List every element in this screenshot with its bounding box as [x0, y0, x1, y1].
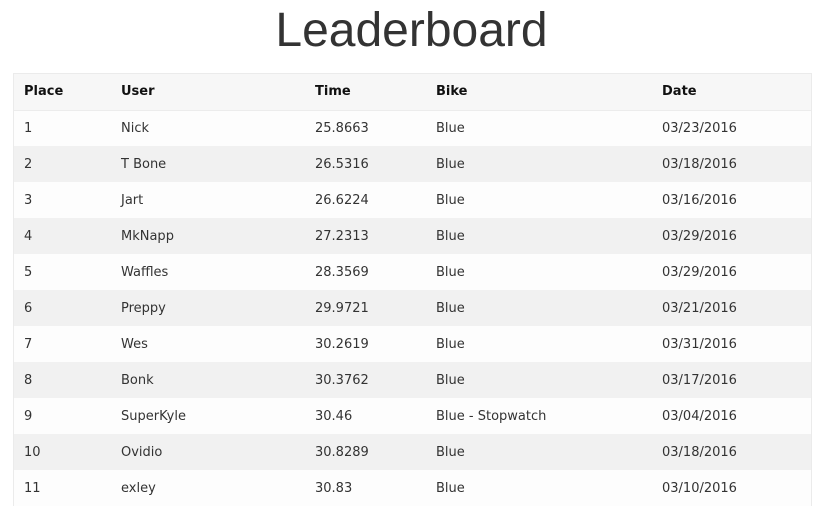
cell-user: MkNapp	[121, 228, 174, 244]
cell-bike: Blue	[436, 300, 465, 316]
header-row: Place User Time Bike Date	[14, 74, 811, 110]
cell-time: 26.6224	[315, 192, 369, 208]
cell-bike: Blue	[436, 120, 465, 136]
cell-bike: Blue	[436, 444, 465, 460]
cell-bike: Blue	[436, 156, 465, 172]
cell-place: 4	[24, 228, 33, 244]
table-row: 4 MkNapp 27.2313 Blue 03/29/2016	[14, 218, 811, 254]
cell-user: T Bone	[121, 156, 167, 172]
cell-place: 3	[24, 192, 33, 208]
table-row: 11 exley 30.83 Blue 03/10/2016	[14, 470, 811, 506]
cell-time: 25.8663	[315, 120, 369, 136]
column-header-place: Place	[24, 84, 64, 100]
cell-date: 03/29/2016	[662, 264, 737, 280]
cell-date: 03/18/2016	[662, 156, 737, 172]
cell-place: 11	[24, 480, 41, 496]
table-row: 3 Jart 26.6224 Blue 03/16/2016	[14, 182, 811, 218]
cell-date: 03/16/2016	[662, 192, 737, 208]
column-header-user: User	[121, 84, 155, 100]
cell-bike: Blue	[436, 264, 465, 280]
cell-bike: Blue	[436, 228, 465, 244]
cell-time: 30.46	[315, 408, 353, 424]
cell-place: 10	[24, 444, 41, 460]
table-row: 5 Waffles 28.3569 Blue 03/29/2016	[14, 254, 811, 290]
page-title: Leaderboard	[275, 4, 548, 57]
cell-user: Bonk	[121, 372, 154, 388]
table-body: 1 Nick 25.8663 Blue 03/23/2016 2 T Bone …	[14, 110, 811, 506]
table-row: 9 SuperKyle 30.46 Blue - Stopwatch 03/04…	[14, 398, 811, 434]
cell-time: 27.2313	[315, 228, 369, 244]
cell-time: 26.5316	[315, 156, 369, 172]
cell-bike: Blue	[436, 372, 465, 388]
cell-user: exley	[121, 480, 156, 496]
cell-user: Nick	[121, 120, 150, 136]
cell-place: 7	[24, 336, 33, 352]
cell-user: Preppy	[121, 300, 166, 316]
cell-user: Ovidio	[121, 444, 163, 460]
leaderboard-table: Place User Time Bike Date 1 Nick 25.8663…	[14, 74, 811, 506]
table-row: 1 Nick 25.8663 Blue 03/23/2016	[14, 110, 811, 146]
cell-time: 29.9721	[315, 300, 369, 316]
cell-user: Waffles	[121, 264, 169, 280]
column-header-time: Time	[315, 84, 351, 100]
leaderboard-table-container: Place User Time Bike Date 1 Nick 25.8663…	[13, 73, 812, 506]
cell-time: 30.8289	[315, 444, 369, 460]
column-header-bike: Bike	[436, 84, 468, 100]
column-header-date: Date	[662, 84, 697, 100]
cell-time: 30.3762	[315, 372, 369, 388]
table-row: 10 Ovidio 30.8289 Blue 03/18/2016	[14, 434, 811, 470]
cell-date: 03/29/2016	[662, 228, 737, 244]
cell-time: 30.2619	[315, 336, 369, 352]
cell-user: Wes	[121, 336, 148, 352]
cell-place: 2	[24, 156, 33, 172]
cell-date: 03/04/2016	[662, 408, 737, 424]
table-row: 7 Wes 30.2619 Blue 03/31/2016	[14, 326, 811, 362]
cell-user: SuperKyle	[121, 408, 186, 424]
cell-date: 03/18/2016	[662, 444, 737, 460]
table-row: 6 Preppy 29.9721 Blue 03/21/2016	[14, 290, 811, 326]
cell-place: 1	[24, 120, 33, 136]
cell-time: 28.3569	[315, 264, 369, 280]
cell-bike: Blue	[436, 336, 465, 352]
cell-place: 5	[24, 264, 33, 280]
cell-time: 30.83	[315, 480, 353, 496]
cell-bike: Blue	[436, 192, 465, 208]
table-row: 2 T Bone 26.5316 Blue 03/18/2016	[14, 146, 811, 182]
cell-place: 9	[24, 408, 33, 424]
cell-date: 03/21/2016	[662, 300, 737, 316]
cell-place: 6	[24, 300, 33, 316]
cell-date: 03/31/2016	[662, 336, 737, 352]
cell-place: 8	[24, 372, 33, 388]
table-row: 8 Bonk 30.3762 Blue 03/17/2016	[14, 362, 811, 398]
cell-user: Jart	[121, 192, 144, 208]
cell-date: 03/17/2016	[662, 372, 737, 388]
cell-date: 03/10/2016	[662, 480, 737, 496]
cell-bike: Blue	[436, 480, 465, 496]
cell-bike: Blue - Stopwatch	[436, 408, 547, 424]
table-header: Place User Time Bike Date	[14, 74, 811, 110]
cell-date: 03/23/2016	[662, 120, 737, 136]
